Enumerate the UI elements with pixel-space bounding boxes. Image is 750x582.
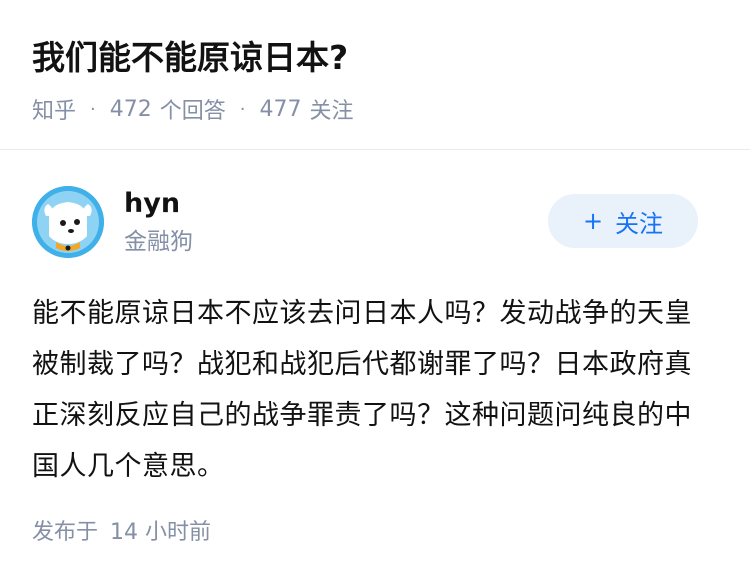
published-label: 发布于 (32, 520, 99, 545)
answer-count-label: 个回答 (159, 99, 226, 124)
published-time: 14 小时前 (110, 520, 212, 545)
answer-content[interactable]: 能不能原谅日本不应该去问日本人吗？发动战争的天皇被制裁了吗？战犯和战犯后代都谢罪… (32, 288, 712, 492)
answer-author: hyn 金融狗 + 关注 (32, 186, 718, 260)
plus-icon: + (582, 207, 604, 235)
question-title[interactable]: 我们能不能原谅日本? (32, 36, 348, 80)
follower-count-label: 关注 (309, 99, 354, 124)
author-name[interactable]: hyn (124, 186, 180, 222)
follower-count: 477 (259, 96, 302, 122)
meta-separator: · (90, 98, 96, 120)
dog-mascot-icon (32, 186, 104, 258)
follow-button-label: 关注 (615, 209, 664, 238)
question-meta: 知乎 · 472 个回答 · 477 关注 (32, 92, 354, 126)
source-label[interactable]: 知乎 (32, 93, 76, 125)
author-headline: 金融狗 (124, 229, 193, 255)
answer-count: 472 (109, 96, 152, 122)
follow-button[interactable]: + 关注 (548, 194, 698, 248)
meta-separator: · (239, 98, 246, 120)
answer-time: 发布于 14 小时前 (32, 514, 211, 546)
avatar[interactable] (32, 186, 104, 258)
question-header: 我们能不能原谅日本? 知乎 · 472 个回答 · 477 关注 (0, 0, 750, 150)
